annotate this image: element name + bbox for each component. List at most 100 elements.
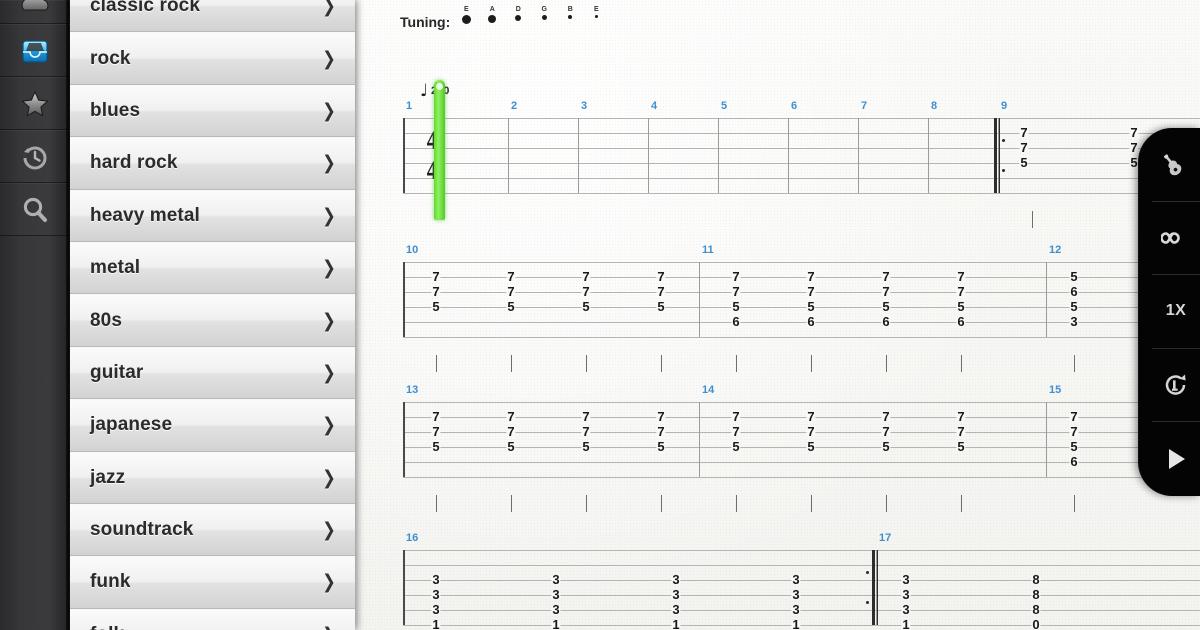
tempo-note-icon: ♩: [420, 81, 429, 101]
tuning-string[interactable]: A: [484, 6, 500, 23]
staff-line: [403, 595, 1200, 596]
beat-stem: [961, 495, 962, 512]
genre-list-item[interactable]: jazz ❯: [70, 451, 355, 504]
genre-list-item[interactable]: guitar ❯: [70, 346, 355, 400]
tuning-string[interactable]: E: [588, 6, 604, 18]
staff-line: [403, 277, 1200, 278]
staff-line: [403, 432, 1200, 433]
tab-fret-number: 1: [901, 617, 911, 630]
sidebar-item-history[interactable]: [0, 130, 70, 183]
tab-fret-number: 7: [581, 409, 591, 424]
tuning-label: Tuning:: [400, 14, 451, 30]
barline: [788, 118, 789, 193]
tab-fret-number: 3: [671, 602, 681, 617]
tab-fret-number: 7: [431, 409, 441, 424]
beat-stem: [436, 495, 437, 512]
genre-list-item[interactable]: hard rock ❯: [70, 137, 355, 190]
genre-list-item[interactable]: japanese ❯: [70, 399, 355, 452]
tab-fret-number: 6: [956, 314, 966, 329]
tab-fret-number: 7: [431, 284, 441, 299]
play-button[interactable]: [1152, 422, 1200, 496]
sidebar-item-search[interactable]: [0, 183, 70, 236]
chevron-right-icon: ❯: [322, 466, 336, 489]
tuning-string[interactable]: B: [562, 6, 578, 19]
tab-fret-number: 5: [806, 439, 816, 454]
tab-fret-number: 7: [581, 424, 591, 439]
staff-line: [403, 148, 1200, 149]
tab-fret-number: 7: [656, 284, 666, 299]
beat-stem: [1032, 211, 1033, 228]
tab-fret-number: 7: [881, 424, 891, 439]
genre-list-item[interactable]: 80s ❯: [70, 294, 355, 347]
tuning-string-dot: [461, 15, 471, 24]
tuning-string-note: G: [541, 6, 547, 13]
measure-number: 5: [721, 100, 728, 112]
speed-button[interactable]: 1X: [1152, 275, 1200, 349]
barline: [1046, 402, 1047, 477]
measure-number: 9: [1001, 100, 1008, 112]
genre-list-panel[interactable]: classic rock ❯ rock ❯ blues ❯ hard rock ❯ heavy …: [70, 0, 355, 630]
loop-button[interactable]: [1152, 202, 1200, 276]
tab-fret-number: 7: [731, 284, 741, 299]
staff-line: [403, 337, 1200, 338]
barline: [858, 118, 859, 193]
tab-score-area[interactable]: Tuning: EADGBE ♩ 260 1234567894477577510…: [356, 0, 1200, 630]
tab-fret-number: 7: [581, 284, 591, 299]
tuning-string-note: D: [515, 6, 521, 13]
genre-list-item[interactable]: heavy metal ❯: [70, 189, 355, 242]
tab-fret-number: 5: [956, 299, 966, 314]
barline: [699, 402, 700, 477]
staff-line: [403, 262, 1200, 263]
genre-list-item-label: classic rock: [90, 0, 201, 17]
genre-list-item[interactable]: soundtrack ❯: [70, 503, 355, 557]
tab-fret-number: 7: [956, 424, 966, 439]
genre-list: classic rock ❯ rock ❯ blues ❯ hard rock ❯ heavy …: [70, 0, 355, 630]
inbox-icon: [22, 39, 48, 63]
tab-fret-number: 3: [431, 572, 441, 587]
measure-number: 12: [1049, 244, 1062, 256]
tab-fret-number: 7: [731, 424, 741, 439]
genre-list-item[interactable]: funk ❯: [70, 556, 355, 609]
tab-fret-number: 7: [506, 269, 516, 284]
barline: [718, 118, 719, 193]
sidebar-item-cloud[interactable]: [0, 0, 70, 24]
tab-fret-number: 7: [731, 409, 741, 424]
sidebar-item-downloads[interactable]: [0, 24, 70, 77]
icon-rail: [0, 0, 70, 630]
tab-fret-number: 7: [881, 269, 891, 284]
genre-list-item-label: japanese: [90, 414, 173, 436]
genre-list-item[interactable]: rock ❯: [70, 32, 355, 85]
genre-list-item-label: soundtrack: [90, 519, 194, 541]
metronome-button[interactable]: [1152, 349, 1200, 423]
tuning-string[interactable]: G: [536, 6, 552, 20]
genre-list-item[interactable]: metal ❯: [70, 241, 355, 295]
tab-fret-number: 8: [1031, 587, 1041, 602]
tab-fret-number: 3: [791, 587, 801, 602]
genre-list-item-label: metal: [90, 257, 141, 279]
measure-number: 10: [406, 244, 419, 256]
tab-fret-number: 7: [806, 424, 816, 439]
instrument-button[interactable]: [1152, 128, 1200, 202]
chevron-right-icon: ❯: [322, 519, 336, 542]
tab-fret-number: 6: [1069, 284, 1079, 299]
repeat-sign: [992, 118, 1006, 193]
measure-number: 11: [702, 244, 714, 256]
staff-line: [403, 322, 1200, 323]
tuning-string[interactable]: D: [510, 6, 526, 21]
tab-fret-number: 5: [656, 439, 666, 454]
beat-stem: [736, 355, 737, 372]
beat-stem: [511, 355, 512, 372]
tab-fret-number: 3: [431, 587, 441, 602]
tab-fret-number: 5: [1069, 299, 1079, 314]
genre-list-item[interactable]: classic rock ❯: [70, 0, 355, 33]
tab-fret-number: 5: [881, 299, 891, 314]
chevron-right-icon: ❯: [322, 414, 336, 437]
playhead-cursor[interactable]: [434, 80, 445, 220]
chevron-right-icon: ❯: [322, 152, 336, 175]
staff-line: [403, 193, 1200, 194]
sidebar-item-favorites[interactable]: [0, 77, 70, 130]
genre-list-item[interactable]: blues ❯: [70, 84, 355, 138]
tuning-string[interactable]: E: [458, 6, 474, 24]
genre-list-item[interactable]: folk❯: [70, 608, 355, 630]
tab-fret-number: 3: [431, 602, 441, 617]
